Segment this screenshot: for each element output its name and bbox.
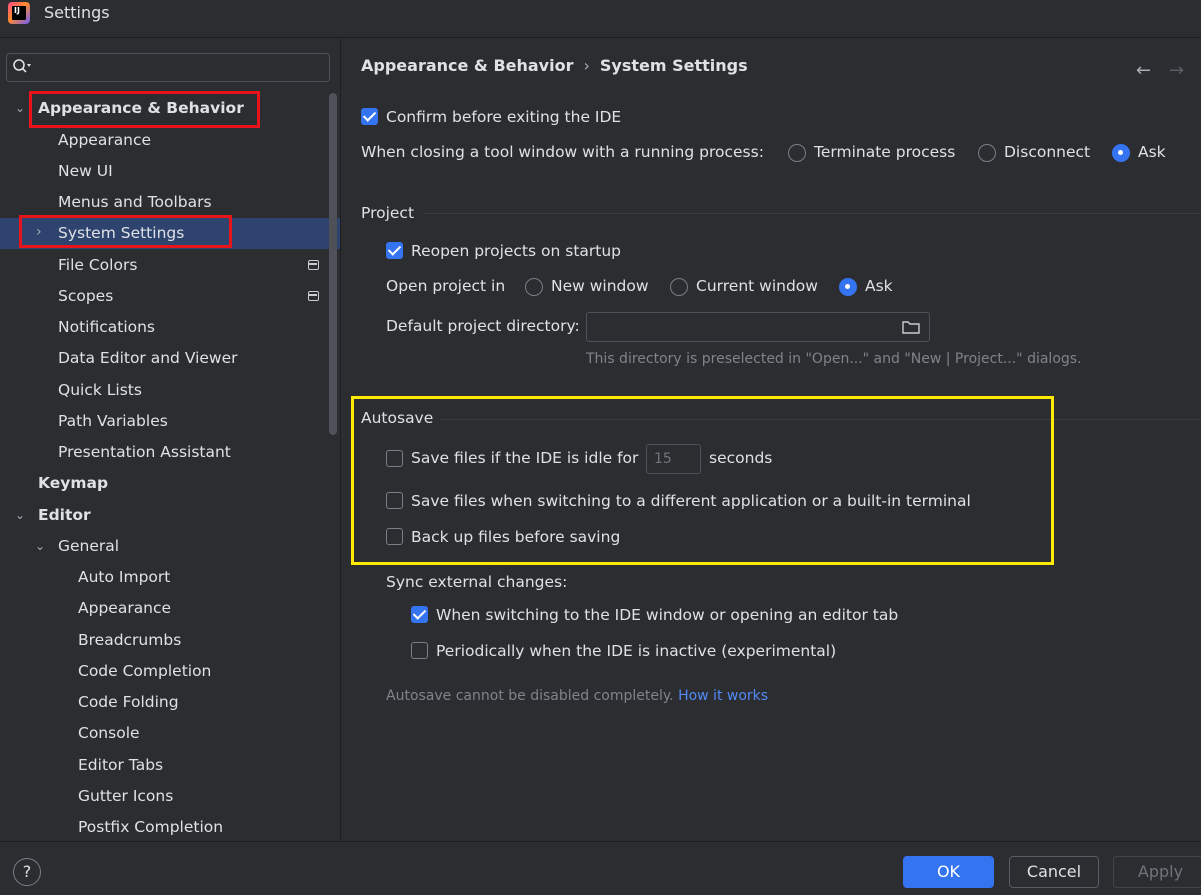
sync-switching-checkbox[interactable] <box>411 606 428 623</box>
sidebar-item-auto-import[interactable]: Auto Import <box>78 562 170 592</box>
highlight-box-appearance-behavior <box>29 91 260 128</box>
sidebar-item-file-colors[interactable]: File Colors <box>58 250 137 280</box>
folder-icon[interactable] <box>902 320 920 334</box>
breadcrumb: Appearance & Behavior › System Settings <box>361 56 748 75</box>
confirm-exit-checkbox[interactable] <box>361 108 378 125</box>
help-button[interactable]: ? <box>13 858 41 886</box>
sidebar-item-general[interactable]: General <box>58 531 119 561</box>
section-divider <box>424 213 1201 214</box>
current-window-radio[interactable] <box>670 278 688 296</box>
breadcrumb-parent[interactable]: Appearance & Behavior <box>361 56 573 75</box>
sidebar-item-notifications[interactable]: Notifications <box>58 312 155 342</box>
new-window-label[interactable]: New window <box>551 276 649 296</box>
project-section-title: Project <box>361 204 415 222</box>
sidebar-item-code-completion[interactable]: Code Completion <box>78 656 211 686</box>
open-project-in-label: Open project in <box>386 277 506 295</box>
highlight-box-system-settings <box>19 215 232 248</box>
default-dir-hint: This directory is preselected in "Open..… <box>586 351 1082 367</box>
terminate-process-label[interactable]: Terminate process <box>814 142 955 162</box>
sidebar-item-gutter-icons[interactable]: Gutter Icons <box>78 781 173 811</box>
reopen-projects-label[interactable]: Reopen projects on startup <box>411 241 621 261</box>
sidebar-item-appearance[interactable]: Appearance <box>58 125 151 155</box>
window-title: Settings <box>44 3 110 22</box>
back-arrow-icon[interactable]: ← <box>1136 60 1151 81</box>
sidebar-item-editor-tabs[interactable]: Editor Tabs <box>78 750 163 780</box>
search-icon[interactable] <box>12 58 32 76</box>
sidebar-item-scopes[interactable]: Scopes <box>58 281 113 311</box>
sync-periodic-checkbox[interactable] <box>411 642 428 659</box>
chevron-down-icon[interactable]: ⌄ <box>35 539 45 553</box>
sidebar-item-new-ui[interactable]: New UI <box>58 156 113 186</box>
sidebar-item-presentation-assistant[interactable]: Presentation Assistant <box>58 437 231 467</box>
apply-button[interactable]: Apply <box>1113 856 1201 888</box>
reopen-projects-checkbox[interactable] <box>386 242 403 259</box>
sync-periodic-label[interactable]: Periodically when the IDE is inactive (e… <box>436 641 836 661</box>
ask-radio[interactable] <box>1112 144 1130 162</box>
confirm-exit-label[interactable]: Confirm before exiting the IDE <box>386 107 621 127</box>
panel-divider[interactable] <box>340 39 341 841</box>
project-level-icon <box>308 260 319 270</box>
sync-switching-label[interactable]: When switching to the IDE window or open… <box>436 605 898 625</box>
sidebar-item-data-editor[interactable]: Data Editor and Viewer <box>58 343 238 373</box>
current-window-label[interactable]: Current window <box>696 276 818 296</box>
sidebar-item-editor-appearance[interactable]: Appearance <box>78 593 171 623</box>
forward-arrow-icon[interactable]: → <box>1169 60 1184 81</box>
project-level-icon <box>308 291 319 301</box>
open-ask-label[interactable]: Ask <box>865 276 893 296</box>
breadcrumb-current: System Settings <box>599 56 748 75</box>
sidebar-item-quick-lists[interactable]: Quick Lists <box>58 375 142 405</box>
terminate-process-radio[interactable] <box>788 144 806 162</box>
sidebar-item-code-folding[interactable]: Code Folding <box>78 687 179 717</box>
how-it-works-link[interactable]: How it works <box>678 688 768 704</box>
disconnect-radio[interactable] <box>978 144 996 162</box>
sidebar-item-breadcrumbs[interactable]: Breadcrumbs <box>78 625 181 655</box>
settings-search-input[interactable] <box>6 53 330 82</box>
sidebar-item-editor[interactable]: Editor <box>38 500 91 530</box>
disconnect-label[interactable]: Disconnect <box>1004 142 1090 162</box>
title-bar <box>0 0 1201 38</box>
sidebar-item-path-variables[interactable]: Path Variables <box>58 406 168 436</box>
tool-window-label: When closing a tool window with a runnin… <box>361 143 764 161</box>
chevron-down-icon[interactable]: ⌄ <box>15 101 25 115</box>
default-dir-label: Default project directory: <box>386 317 580 335</box>
sidebar-item-keymap[interactable]: Keymap <box>38 468 108 498</box>
highlight-box-autosave <box>351 396 1054 565</box>
ask-label[interactable]: Ask <box>1138 142 1166 162</box>
default-dir-field[interactable] <box>586 312 930 342</box>
sync-external-label: Sync external changes: <box>386 573 568 591</box>
open-ask-radio[interactable] <box>839 278 857 296</box>
new-window-radio[interactable] <box>525 278 543 296</box>
chevron-down-icon[interactable]: ⌄ <box>15 508 25 522</box>
sidebar-item-menus-toolbars[interactable]: Menus and Toolbars <box>58 187 212 217</box>
intellij-idea-icon: IJ <box>8 2 30 24</box>
cancel-button[interactable]: Cancel <box>1009 856 1099 888</box>
sidebar-item-postfix-completion[interactable]: Postfix Completion <box>78 812 223 842</box>
breadcrumb-separator: › <box>583 56 590 75</box>
autosave-note-text: Autosave cannot be disabled completely. <box>386 688 674 704</box>
ok-button[interactable]: OK <box>903 856 994 888</box>
sidebar-scrollbar[interactable] <box>329 93 337 435</box>
autosave-note: Autosave cannot be disabled completely. … <box>386 686 768 706</box>
sidebar-item-console[interactable]: Console <box>78 718 140 748</box>
